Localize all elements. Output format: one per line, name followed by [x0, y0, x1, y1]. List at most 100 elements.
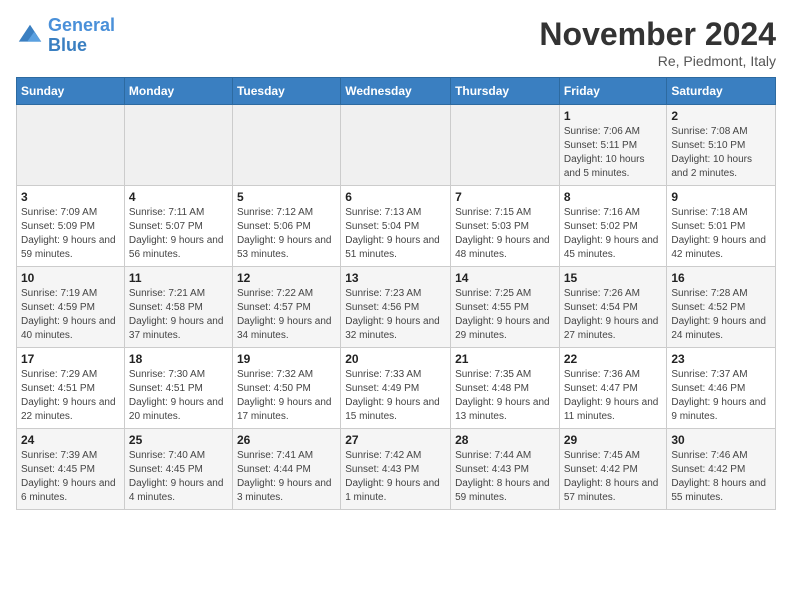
calendar-header: SundayMondayTuesdayWednesdayThursdayFrid…: [17, 78, 776, 105]
day-number: 10: [21, 271, 120, 285]
day-number: 11: [129, 271, 228, 285]
location-subtitle: Re, Piedmont, Italy: [539, 53, 776, 69]
calendar-cell: 3Sunrise: 7:09 AM Sunset: 5:09 PM Daylig…: [17, 186, 125, 267]
weekday-header-saturday: Saturday: [667, 78, 776, 105]
calendar-cell: 5Sunrise: 7:12 AM Sunset: 5:06 PM Daylig…: [232, 186, 340, 267]
calendar-cell: 27 Sunrise: 7:42 AM Sunset: 4:43 PM Dayli…: [341, 429, 451, 510]
day-number: 15: [564, 271, 663, 285]
day-number: 23: [671, 352, 771, 366]
calendar-week-1: 1Sunrise: 7:06 AM Sunset: 5:11 PM Daylig…: [17, 105, 776, 186]
calendar-cell: [232, 105, 340, 186]
calendar-cell: [17, 105, 125, 186]
day-number: 1: [564, 109, 663, 123]
calendar-cell: 9 Sunrise: 7:18 AM Sunset: 5:01 PM Daylig…: [667, 186, 776, 267]
day-number: 12: [237, 271, 336, 285]
day-number: 21: [455, 352, 555, 366]
calendar-cell: 14 Sunrise: 7:25 AM Sunset: 4:55 PM Dayli…: [451, 267, 560, 348]
day-info: Sunrise: 7:35 AM Sunset: 4:48 PM Dayligh…: [455, 368, 555, 424]
day-info: Sunrise: 7:39 AM Sunset: 4:45 PM Dayligh…: [21, 449, 120, 505]
title-area: November 2024 Re, Piedmont, Italy: [539, 16, 776, 69]
calendar-cell: 13 Sunrise: 7:23 AM Sunset: 4:56 PM Dayli…: [341, 267, 451, 348]
day-number: 6: [345, 190, 446, 204]
day-info: Sunrise: 7:23 AM Sunset: 4:56 PM Dayligh…: [345, 287, 446, 343]
calendar-cell: 11Sunrise: 7:21 AM Sunset: 4:58 PM Dayli…: [124, 267, 232, 348]
day-number: 9: [671, 190, 771, 204]
calendar-cell: 6 Sunrise: 7:13 AM Sunset: 5:04 PM Daylig…: [341, 186, 451, 267]
day-number: 13: [345, 271, 446, 285]
calendar-cell: 7 Sunrise: 7:15 AM Sunset: 5:03 PM Daylig…: [451, 186, 560, 267]
day-number: 8: [564, 190, 663, 204]
day-info: Sunrise: 7:09 AM Sunset: 5:09 PM Dayligh…: [21, 206, 120, 262]
calendar-cell: 15 Sunrise: 7:26 AM Sunset: 4:54 PM Dayli…: [559, 267, 667, 348]
day-number: 7: [455, 190, 555, 204]
calendar-cell: 19Sunrise: 7:32 AM Sunset: 4:50 PM Dayli…: [232, 348, 340, 429]
day-number: 14: [455, 271, 555, 285]
day-info: Sunrise: 7:40 AM Sunset: 4:45 PM Dayligh…: [129, 449, 228, 505]
calendar-week-4: 17Sunrise: 7:29 AM Sunset: 4:51 PM Dayli…: [17, 348, 776, 429]
weekday-header-friday: Friday: [559, 78, 667, 105]
day-info: Sunrise: 7:42 AM Sunset: 4:43 PM Dayligh…: [345, 449, 446, 505]
day-number: 16: [671, 271, 771, 285]
day-number: 26: [237, 433, 336, 447]
day-info: Sunrise: 7:13 AM Sunset: 5:04 PM Dayligh…: [345, 206, 446, 262]
day-info: Sunrise: 7:12 AM Sunset: 5:06 PM Dayligh…: [237, 206, 336, 262]
weekday-header-tuesday: Tuesday: [232, 78, 340, 105]
calendar-cell: 16 Sunrise: 7:28 AM Sunset: 4:52 PM Dayli…: [667, 267, 776, 348]
calendar-cell: 30Sunrise: 7:46 AM Sunset: 4:42 PM Dayli…: [667, 429, 776, 510]
calendar-week-2: 3Sunrise: 7:09 AM Sunset: 5:09 PM Daylig…: [17, 186, 776, 267]
day-info: Sunrise: 7:11 AM Sunset: 5:07 PM Dayligh…: [129, 206, 228, 262]
day-number: 24: [21, 433, 120, 447]
calendar-cell: 21 Sunrise: 7:35 AM Sunset: 4:48 PM Dayli…: [451, 348, 560, 429]
calendar-table: SundayMondayTuesdayWednesdayThursdayFrid…: [16, 77, 776, 510]
day-number: 30: [671, 433, 771, 447]
calendar-cell: 22 Sunrise: 7:36 AM Sunset: 4:47 PM Dayli…: [559, 348, 667, 429]
day-info: Sunrise: 7:19 AM Sunset: 4:59 PM Dayligh…: [21, 287, 120, 343]
day-number: 29: [564, 433, 663, 447]
calendar-body: 1Sunrise: 7:06 AM Sunset: 5:11 PM Daylig…: [17, 105, 776, 510]
day-info: Sunrise: 7:22 AM Sunset: 4:57 PM Dayligh…: [237, 287, 336, 343]
calendar-cell: 20 Sunrise: 7:33 AM Sunset: 4:49 PM Dayli…: [341, 348, 451, 429]
day-info: Sunrise: 7:36 AM Sunset: 4:47 PM Dayligh…: [564, 368, 663, 424]
day-info: Sunrise: 7:28 AM Sunset: 4:52 PM Dayligh…: [671, 287, 771, 343]
logo-line1: General: [48, 15, 115, 35]
calendar-cell: 28Sunrise: 7:44 AM Sunset: 4:43 PM Dayli…: [451, 429, 560, 510]
weekday-header-wednesday: Wednesday: [341, 78, 451, 105]
day-info: Sunrise: 7:41 AM Sunset: 4:44 PM Dayligh…: [237, 449, 336, 505]
weekday-header-row: SundayMondayTuesdayWednesdayThursdayFrid…: [17, 78, 776, 105]
calendar-cell: 12 Sunrise: 7:22 AM Sunset: 4:57 PM Dayli…: [232, 267, 340, 348]
calendar-cell: [451, 105, 560, 186]
calendar-cell: 8Sunrise: 7:16 AM Sunset: 5:02 PM Daylig…: [559, 186, 667, 267]
day-info: Sunrise: 7:18 AM Sunset: 5:01 PM Dayligh…: [671, 206, 771, 262]
day-info: Sunrise: 7:30 AM Sunset: 4:51 PM Dayligh…: [129, 368, 228, 424]
day-info: Sunrise: 7:08 AM Sunset: 5:10 PM Dayligh…: [671, 125, 771, 181]
calendar-week-3: 10 Sunrise: 7:19 AM Sunset: 4:59 PM Dayli…: [17, 267, 776, 348]
logo-text: General Blue: [48, 16, 115, 56]
day-info: Sunrise: 7:45 AM Sunset: 4:42 PM Dayligh…: [564, 449, 663, 505]
calendar-cell: 4 Sunrise: 7:11 AM Sunset: 5:07 PM Daylig…: [124, 186, 232, 267]
day-number: 2: [671, 109, 771, 123]
day-number: 4: [129, 190, 228, 204]
day-number: 25: [129, 433, 228, 447]
calendar-cell: 10 Sunrise: 7:19 AM Sunset: 4:59 PM Dayli…: [17, 267, 125, 348]
calendar-cell: [124, 105, 232, 186]
day-info: Sunrise: 7:37 AM Sunset: 4:46 PM Dayligh…: [671, 368, 771, 424]
day-number: 27: [345, 433, 446, 447]
calendar-cell: 29 Sunrise: 7:45 AM Sunset: 4:42 PM Dayli…: [559, 429, 667, 510]
day-number: 18: [129, 352, 228, 366]
day-info: Sunrise: 7:15 AM Sunset: 5:03 PM Dayligh…: [455, 206, 555, 262]
logo-line2: Blue: [48, 35, 87, 55]
day-info: Sunrise: 7:26 AM Sunset: 4:54 PM Dayligh…: [564, 287, 663, 343]
day-info: Sunrise: 7:25 AM Sunset: 4:55 PM Dayligh…: [455, 287, 555, 343]
calendar-cell: 18 Sunrise: 7:30 AM Sunset: 4:51 PM Dayli…: [124, 348, 232, 429]
calendar-cell: 23 Sunrise: 7:37 AM Sunset: 4:46 PM Dayli…: [667, 348, 776, 429]
day-number: 28: [455, 433, 555, 447]
day-number: 19: [237, 352, 336, 366]
calendar-cell: 17Sunrise: 7:29 AM Sunset: 4:51 PM Dayli…: [17, 348, 125, 429]
day-info: Sunrise: 7:33 AM Sunset: 4:49 PM Dayligh…: [345, 368, 446, 424]
calendar-cell: 25 Sunrise: 7:40 AM Sunset: 4:45 PM Dayli…: [124, 429, 232, 510]
day-number: 20: [345, 352, 446, 366]
day-number: 22: [564, 352, 663, 366]
weekday-header-monday: Monday: [124, 78, 232, 105]
page-header: General Blue November 2024 Re, Piedmont,…: [16, 16, 776, 69]
calendar-cell: 26 Sunrise: 7:41 AM Sunset: 4:44 PM Dayli…: [232, 429, 340, 510]
